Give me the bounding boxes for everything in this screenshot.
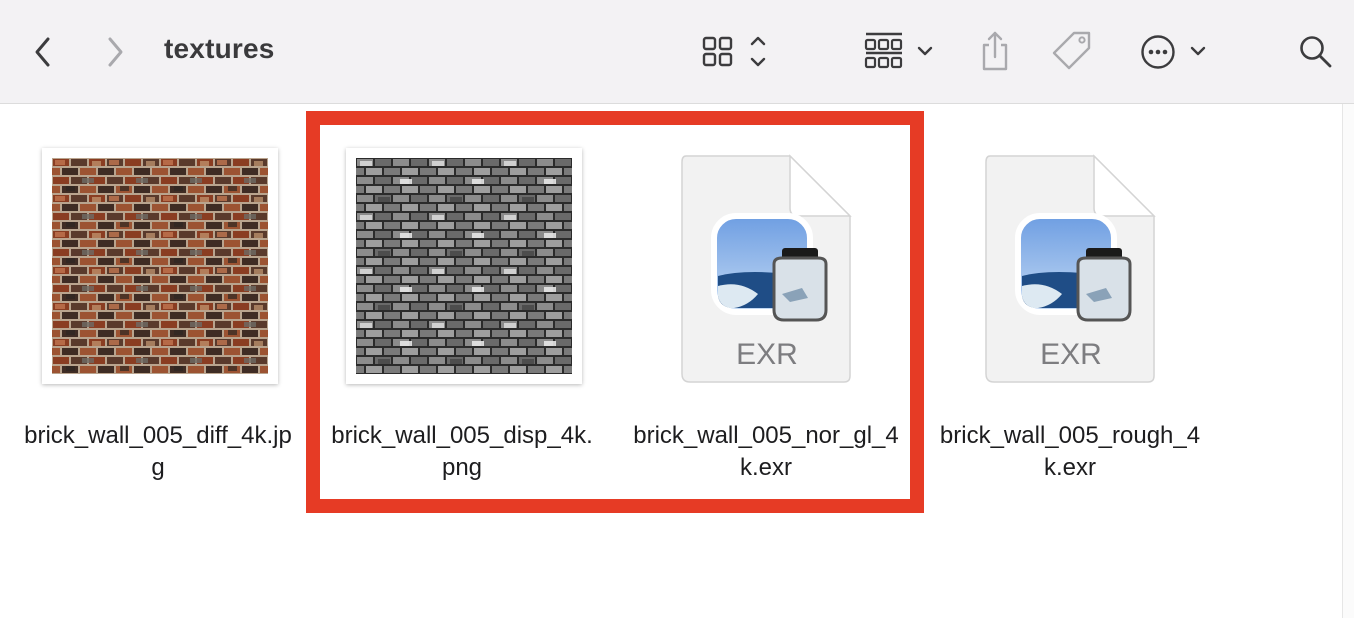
file-item[interactable]: brick_wall_005_diff_4k.jp g (8, 104, 308, 504)
ellipsis-circle-icon (1141, 35, 1206, 69)
exr-document-icon: EXR (681, 154, 852, 383)
window-title: textures (164, 33, 275, 64)
finder-toolbar: textures (0, 0, 1354, 104)
tag-icon (1052, 31, 1091, 70)
file-thumbnail (42, 148, 278, 384)
file-grid: brick_wall_005_diff_4k.jp g brick_wall_0… (0, 104, 1342, 618)
file-name-line: brick_wall_005_diff_4k.jp (24, 422, 292, 449)
brick-texture-grayscale-image (356, 158, 572, 374)
vertical-scrollbar[interactable] (1342, 104, 1354, 618)
file-name-line: brick_wall_005_rough_4 (939, 422, 1201, 449)
icon-grid-view-icon (702, 36, 766, 67)
file-name: brick_wall_005_rough_4 k.exr (920, 420, 1220, 484)
view-mode-button[interactable] (698, 32, 774, 72)
group-button[interactable] (862, 30, 940, 74)
file-name-line: k.exr (739, 454, 792, 481)
file-item[interactable]: EXR brick_wall_005_nor_gl_4 k.exr (616, 104, 916, 504)
file-item[interactable]: brick_wall_005_disp_4k. png (312, 104, 612, 504)
search-icon (1300, 36, 1332, 68)
brick-texture-color-image (52, 158, 268, 374)
search-button[interactable] (1296, 32, 1336, 72)
share-button[interactable] (976, 28, 1014, 74)
back-button[interactable] (28, 32, 58, 72)
file-name-line: k.exr (1043, 454, 1096, 481)
forward-button[interactable] (100, 32, 130, 72)
group-by-icon (864, 32, 933, 69)
file-name: brick_wall_005_diff_4k.jp g (8, 420, 308, 484)
file-name-line: png (441, 454, 483, 481)
exr-badge-text: EXR (1040, 338, 1102, 371)
file-item[interactable]: EXR brick_wall_005_rough_4 k.exr (920, 104, 1220, 504)
chevron-left-icon (35, 37, 50, 67)
more-actions-button[interactable] (1138, 30, 1210, 74)
file-name-line: brick_wall_005_disp_4k. (331, 422, 593, 449)
file-name-line: g (151, 454, 165, 481)
file-name: brick_wall_005_nor_gl_4 k.exr (616, 420, 916, 484)
share-icon (982, 31, 1008, 71)
file-name: brick_wall_005_disp_4k. png (312, 420, 612, 484)
exr-badge-text: EXR (736, 338, 798, 371)
file-thumbnail (346, 148, 582, 384)
chevron-right-icon (108, 37, 123, 67)
tag-button[interactable] (1052, 28, 1094, 74)
file-name-line: brick_wall_005_nor_gl_4 (633, 422, 899, 449)
exr-document-icon: EXR (985, 154, 1156, 383)
